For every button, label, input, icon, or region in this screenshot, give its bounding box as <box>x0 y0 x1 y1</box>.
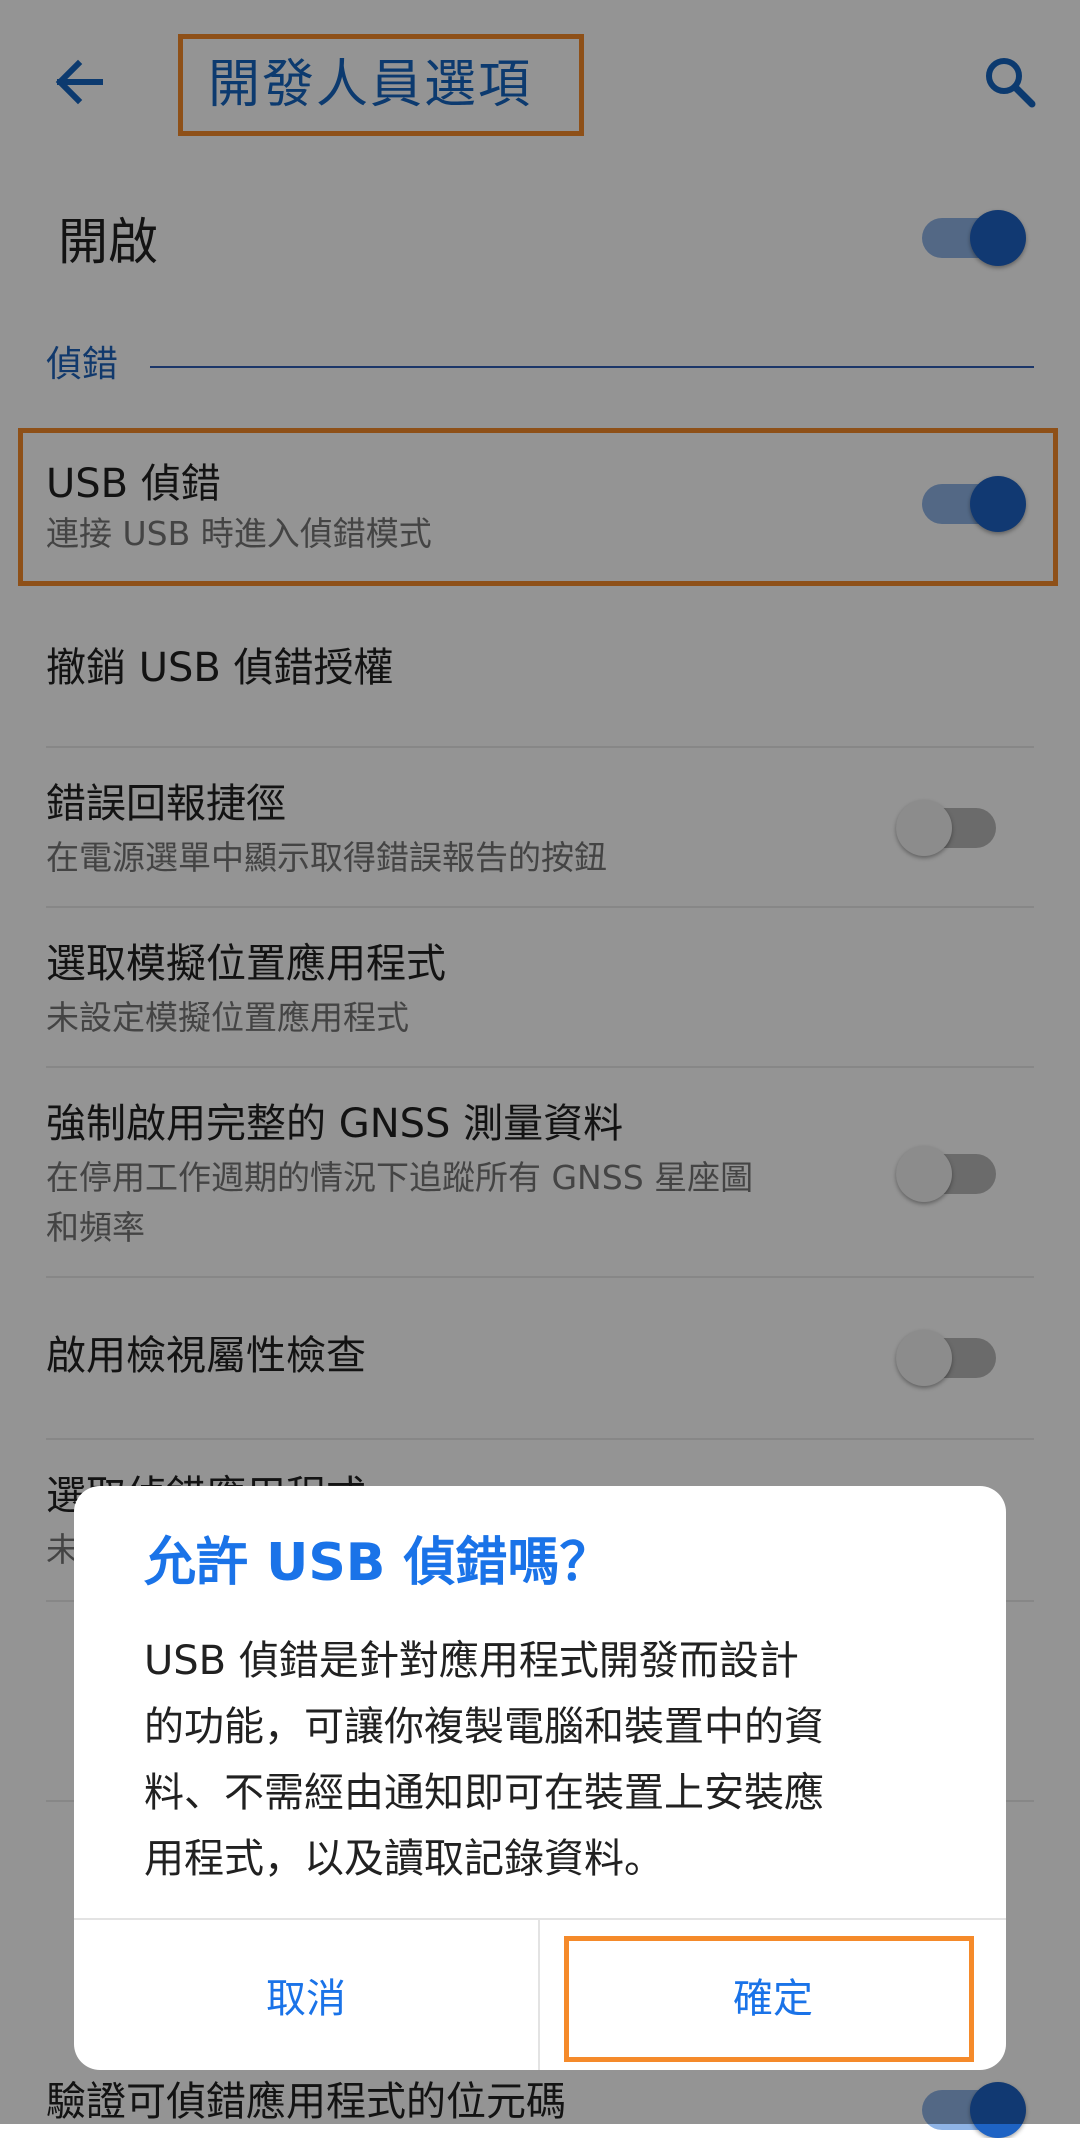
dialog-message-line: 用程式，以及讀取記錄資料。 <box>144 1836 664 1882</box>
usb-debugging-dialog: 允許 USB 偵錯嗎？ USB 偵錯是針對應用程式開發而設計 的功能，可讓你複製… <box>74 1486 1006 2070</box>
dialog-message: USB 偵錯是針對應用程式開發而設計 的功能，可讓你複製電腦和裝置中的資 料、不… <box>144 1628 944 1892</box>
dialog-message-line: 的功能，可讓你複製電腦和裝置中的資 <box>144 1704 824 1750</box>
dialog-message-line: 料、不需經由通知即可在裝置上安裝應 <box>144 1770 824 1816</box>
cancel-button[interactable]: 取消 <box>74 1920 538 2070</box>
dialog-message-line: USB 偵錯是針對應用程式開發而設計 <box>144 1638 799 1684</box>
ok-button-highlight-box <box>564 1936 974 2062</box>
developer-options-screen: 開發人員選項 開啟 偵錯 USB 偵錯 連接 USB 時進入偵錯模式 撤銷 US… <box>0 0 1080 2138</box>
dialog-title: 允許 USB 偵錯嗎？ <box>144 1533 612 1593</box>
